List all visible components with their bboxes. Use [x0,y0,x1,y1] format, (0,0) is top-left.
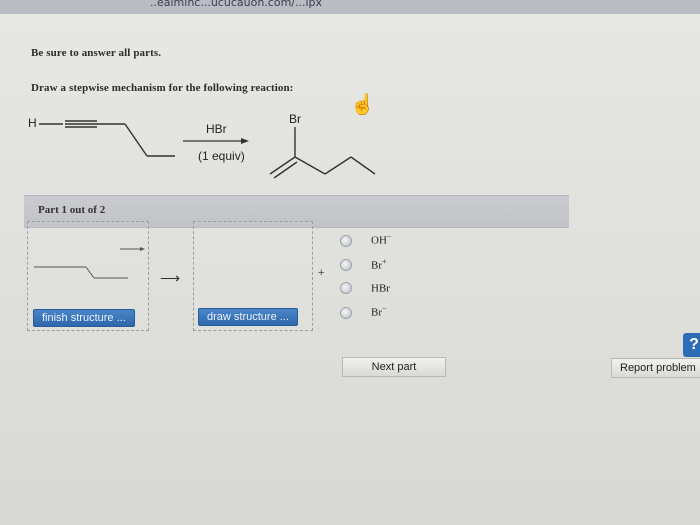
finish-structure-button[interactable]: finish structure ... [33,309,135,327]
url-text: ..ealminc...ucucauon.com/...ipx [150,0,323,9]
product-chain-bond-3 [350,156,376,175]
option-radio-br-minus[interactable] [340,307,352,319]
option-label-br-minus: Br− [371,304,387,319]
option-label-hbr: HBr [371,282,390,295]
part-label: Part 1 out of 2 [38,204,106,216]
step-arrow-icon: ⟶ [160,270,181,286]
option-label-br-plus: Br+ [371,257,387,272]
product-chain-bond-1 [294,156,326,175]
reaction-arrow-head [241,138,249,144]
browser-url-bar[interactable]: ..ealminc...ucucauon.com/...ipx [0,0,700,14]
option-radio-br-plus[interactable] [340,259,352,271]
question-page: Be sure to answer all parts. Draw a step… [0,14,700,525]
product-chain-bond-2 [324,156,352,175]
hand-pointer-icon: ☝ [350,94,375,116]
option-radio-hbr[interactable] [340,282,352,294]
instruction-draw-mechanism: Draw a stepwise mechanism for the follow… [31,82,294,94]
draw-structure-button[interactable]: draw structure ... [198,308,298,326]
reagent-hbr-label: HBr [206,122,227,136]
product-br-label: Br [289,112,301,126]
instruction-answer-all: Be sure to answer all parts. [31,47,162,59]
reagent-equiv-label: (1 equiv) [198,149,245,163]
report-problem-button[interactable]: Report problem [611,358,700,378]
sketch-arrow-head [140,247,145,251]
reactant-h-label: H [28,116,37,130]
help-icon[interactable]: ? [683,333,700,357]
option-label-oh: OH− [371,232,392,247]
plus-sign: + [318,267,325,279]
alkyl-bond-2 [124,123,148,157]
sketch-bond-2 [85,266,95,279]
product-double-bond-2 [273,161,298,179]
reaction-scheme: H HBr (1 equiv) Br [25,112,405,199]
option-radio-oh[interactable] [340,235,352,247]
next-part-button[interactable]: Next part [342,357,446,377]
